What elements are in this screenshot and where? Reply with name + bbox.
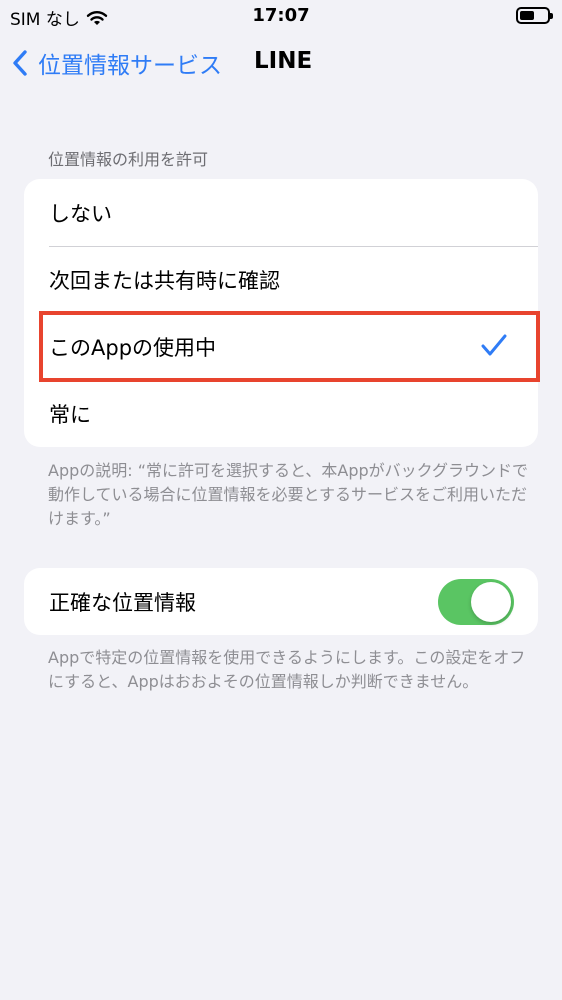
precise-location-toggle[interactable] (438, 579, 514, 625)
option-label: このAppの使用中 (49, 335, 217, 360)
option-ask-next-time[interactable]: 次回または共有時に確認 (24, 246, 538, 313)
option-never[interactable]: しない (24, 179, 538, 246)
option-label: しない (49, 201, 112, 226)
navigation-bar: 位置情報サービス LINE (0, 44, 562, 84)
option-label: 次回または共有時に確認 (49, 268, 280, 293)
clock: 17:07 (252, 5, 310, 26)
precise-location-footer: Appで特定の位置情報を使用できるようにします。この設定をオフにすると、Appは… (48, 648, 526, 691)
chevron-left-icon (13, 50, 27, 76)
page-title: LINE (254, 48, 313, 74)
option-while-using[interactable]: このAppの使用中 (24, 313, 538, 380)
precise-location-group: 正確な位置情報 (24, 568, 538, 635)
battery-icon (516, 7, 553, 24)
back-label: 位置情報サービス (38, 53, 222, 79)
section-header-location-access: 位置情報の利用を許可 (48, 150, 209, 169)
option-label: 常に (49, 402, 91, 427)
precise-location-label: 正確な位置情報 (49, 590, 196, 615)
toggle-knob (471, 582, 511, 622)
back-button[interactable]: 位置情報サービス (12, 46, 222, 80)
status-bar: SIM なし 17:07 (0, 0, 562, 34)
location-access-footer: Appの説明: “常に許可を選択すると、本Appがバックグラウンドで動作している… (48, 461, 529, 528)
location-access-options: しない 次回または共有時に確認 このAppの使用中 常に (24, 179, 538, 447)
option-always[interactable]: 常に (24, 380, 538, 447)
checkmark-icon (481, 334, 507, 356)
